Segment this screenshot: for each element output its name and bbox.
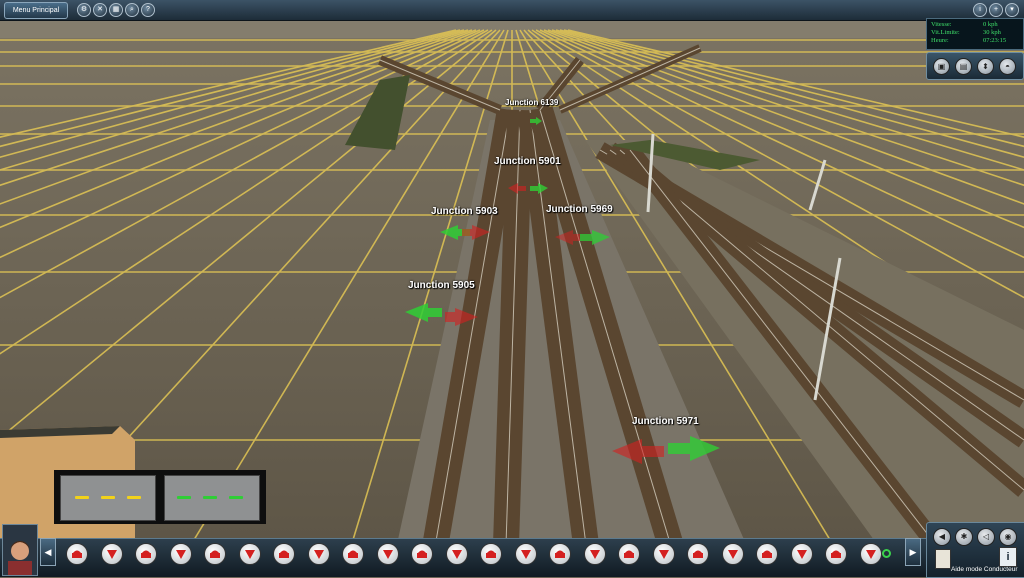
junction-select-button[interactable] bbox=[618, 543, 640, 565]
junction-switch-icon bbox=[141, 550, 151, 558]
junction-switch-icon bbox=[727, 550, 738, 559]
tracking-camera-icon[interactable]: ⬍ bbox=[977, 58, 994, 75]
speed-value: 0 kph bbox=[983, 21, 998, 28]
speed-limit-label: Vit.Limite: bbox=[931, 29, 960, 36]
speed-limit-value: 30 kph bbox=[983, 29, 1001, 36]
junction-switch-icon bbox=[313, 550, 324, 559]
junction-label[interactable]: Junction 5905 bbox=[408, 280, 475, 291]
junction-switch-icon bbox=[762, 550, 772, 558]
junction-select-button[interactable] bbox=[169, 543, 192, 565]
search-icon[interactable]: ⌕ bbox=[125, 3, 139, 17]
main-menu-button[interactable]: Menu Principal bbox=[4, 2, 68, 19]
junction-select-button[interactable] bbox=[411, 543, 433, 565]
junction-select-button[interactable] bbox=[66, 543, 88, 565]
junction-switch-icon bbox=[348, 550, 358, 558]
junction-select-button[interactable] bbox=[859, 543, 882, 565]
info-book-icon[interactable]: i bbox=[999, 547, 1017, 567]
status-indicator-icon bbox=[882, 549, 891, 558]
junction-switch-icon bbox=[175, 550, 186, 559]
aspect-dash bbox=[177, 496, 191, 499]
junction-switch-icon bbox=[106, 550, 117, 559]
junction-select-button[interactable] bbox=[342, 543, 364, 565]
prev-junction-button[interactable]: ◀ bbox=[40, 538, 56, 566]
cab-camera-icon[interactable]: ▣ bbox=[933, 58, 950, 75]
time-label: Heure: bbox=[931, 37, 949, 44]
junction-label[interactable]: Junction 6139 bbox=[505, 98, 558, 107]
junction-select-button[interactable] bbox=[100, 543, 123, 565]
junction-select-button[interactable] bbox=[445, 543, 468, 565]
info-icon[interactable]: i bbox=[973, 3, 987, 17]
junction-switch-icon bbox=[693, 550, 703, 558]
driver-avatar[interactable] bbox=[2, 524, 38, 576]
junction-select-button[interactable] bbox=[790, 543, 813, 565]
junction-select-button[interactable] bbox=[480, 543, 502, 565]
signal-aspect-left[interactable] bbox=[60, 475, 156, 521]
junction-label[interactable]: Junction 5971 bbox=[632, 416, 699, 427]
aspect-dash bbox=[127, 496, 141, 499]
view-icon[interactable]: ◉ bbox=[999, 528, 1017, 546]
driving-info-panel: Vitesse: 0 kph Vit.Limite: 30 kph Heure:… bbox=[926, 18, 1024, 50]
junction-select-button[interactable] bbox=[825, 543, 847, 565]
top-toolbar: Menu Principal ⚙ ✕ ▦ ⌕ ? i + ▾ bbox=[0, 0, 1024, 21]
driver-help-label[interactable]: Aide mode Conducteur bbox=[951, 566, 1018, 573]
notes-icon[interactable] bbox=[935, 549, 951, 569]
plus-icon[interactable]: + bbox=[989, 3, 1003, 17]
junction-switch-icon bbox=[72, 550, 82, 558]
help-icon[interactable]: ? bbox=[141, 3, 155, 17]
junction-switch-icon bbox=[658, 550, 669, 559]
aspect-dash bbox=[75, 496, 89, 499]
back-icon[interactable]: ◁ bbox=[977, 528, 995, 546]
driver-mode-panel: ◀ ✱ ◁ ◉ i Aide mode Conducteur bbox=[926, 522, 1024, 578]
signal-aspect-panel bbox=[54, 470, 266, 524]
junction-switch-icon bbox=[865, 550, 876, 559]
junction-switch-icon bbox=[589, 550, 600, 559]
junction-select-button[interactable] bbox=[135, 543, 157, 565]
junction-select-button[interactable] bbox=[273, 543, 295, 565]
junction-select-button[interactable] bbox=[756, 543, 778, 565]
junction-switch-icon bbox=[831, 550, 841, 558]
junction-select-button[interactable] bbox=[652, 543, 675, 565]
aspect-dash bbox=[229, 496, 243, 499]
lights-icon[interactable]: ✱ bbox=[955, 528, 973, 546]
free-camera-icon[interactable]: ◓ bbox=[999, 58, 1016, 75]
junction-select-button[interactable] bbox=[549, 543, 571, 565]
options-icon[interactable]: ⚙ bbox=[77, 3, 91, 17]
junction-switch-icon bbox=[451, 550, 462, 559]
junction-switch-icon bbox=[486, 550, 496, 558]
junction-select-button[interactable] bbox=[307, 543, 330, 565]
next-junction-button[interactable]: ▶ bbox=[905, 538, 921, 566]
camera-panel: ▣ ▤ ⬍ ◓ bbox=[926, 52, 1024, 80]
junction-select-button[interactable] bbox=[687, 543, 709, 565]
junction-switch-icon bbox=[279, 550, 289, 558]
junction-switch-icon bbox=[555, 550, 565, 558]
junction-switch-icon bbox=[417, 550, 427, 558]
junction-label[interactable]: Junction 5969 bbox=[546, 204, 614, 215]
junction-label[interactable]: Junction 5903 bbox=[431, 206, 498, 217]
close-icon[interactable]: ✕ bbox=[93, 3, 107, 17]
junction-switch-icon bbox=[520, 550, 531, 559]
junction-select-button[interactable] bbox=[514, 543, 537, 565]
aspect-dash bbox=[101, 496, 115, 499]
junction-label[interactable]: Junction 5901 bbox=[494, 156, 561, 167]
junction-select-button[interactable] bbox=[238, 543, 261, 565]
external-camera-icon[interactable]: ▤ bbox=[955, 58, 972, 75]
horn-icon[interactable]: ◀ bbox=[933, 528, 951, 546]
time-value: 07:23:15 bbox=[983, 37, 1007, 44]
junction-select-button[interactable] bbox=[376, 543, 399, 565]
junction-switch-icon bbox=[244, 550, 255, 559]
time-row: Heure: 07:23:15 bbox=[931, 37, 1019, 46]
junction-switch-icon bbox=[624, 550, 634, 558]
junction-select-button[interactable] bbox=[204, 543, 226, 565]
down-arrow-icon[interactable]: ▾ bbox=[1005, 3, 1019, 17]
aspect-dash bbox=[203, 496, 217, 499]
signal-aspect-right[interactable] bbox=[164, 475, 260, 521]
junction-switch-icon bbox=[210, 550, 220, 558]
junction-switch-icon bbox=[382, 550, 393, 559]
junction-select-button[interactable] bbox=[583, 543, 606, 565]
map-icon[interactable]: ▦ bbox=[109, 3, 123, 17]
junction-switch-icon bbox=[796, 550, 807, 559]
junction-select-button[interactable] bbox=[721, 543, 744, 565]
speed-label: Vitesse: bbox=[931, 21, 952, 28]
